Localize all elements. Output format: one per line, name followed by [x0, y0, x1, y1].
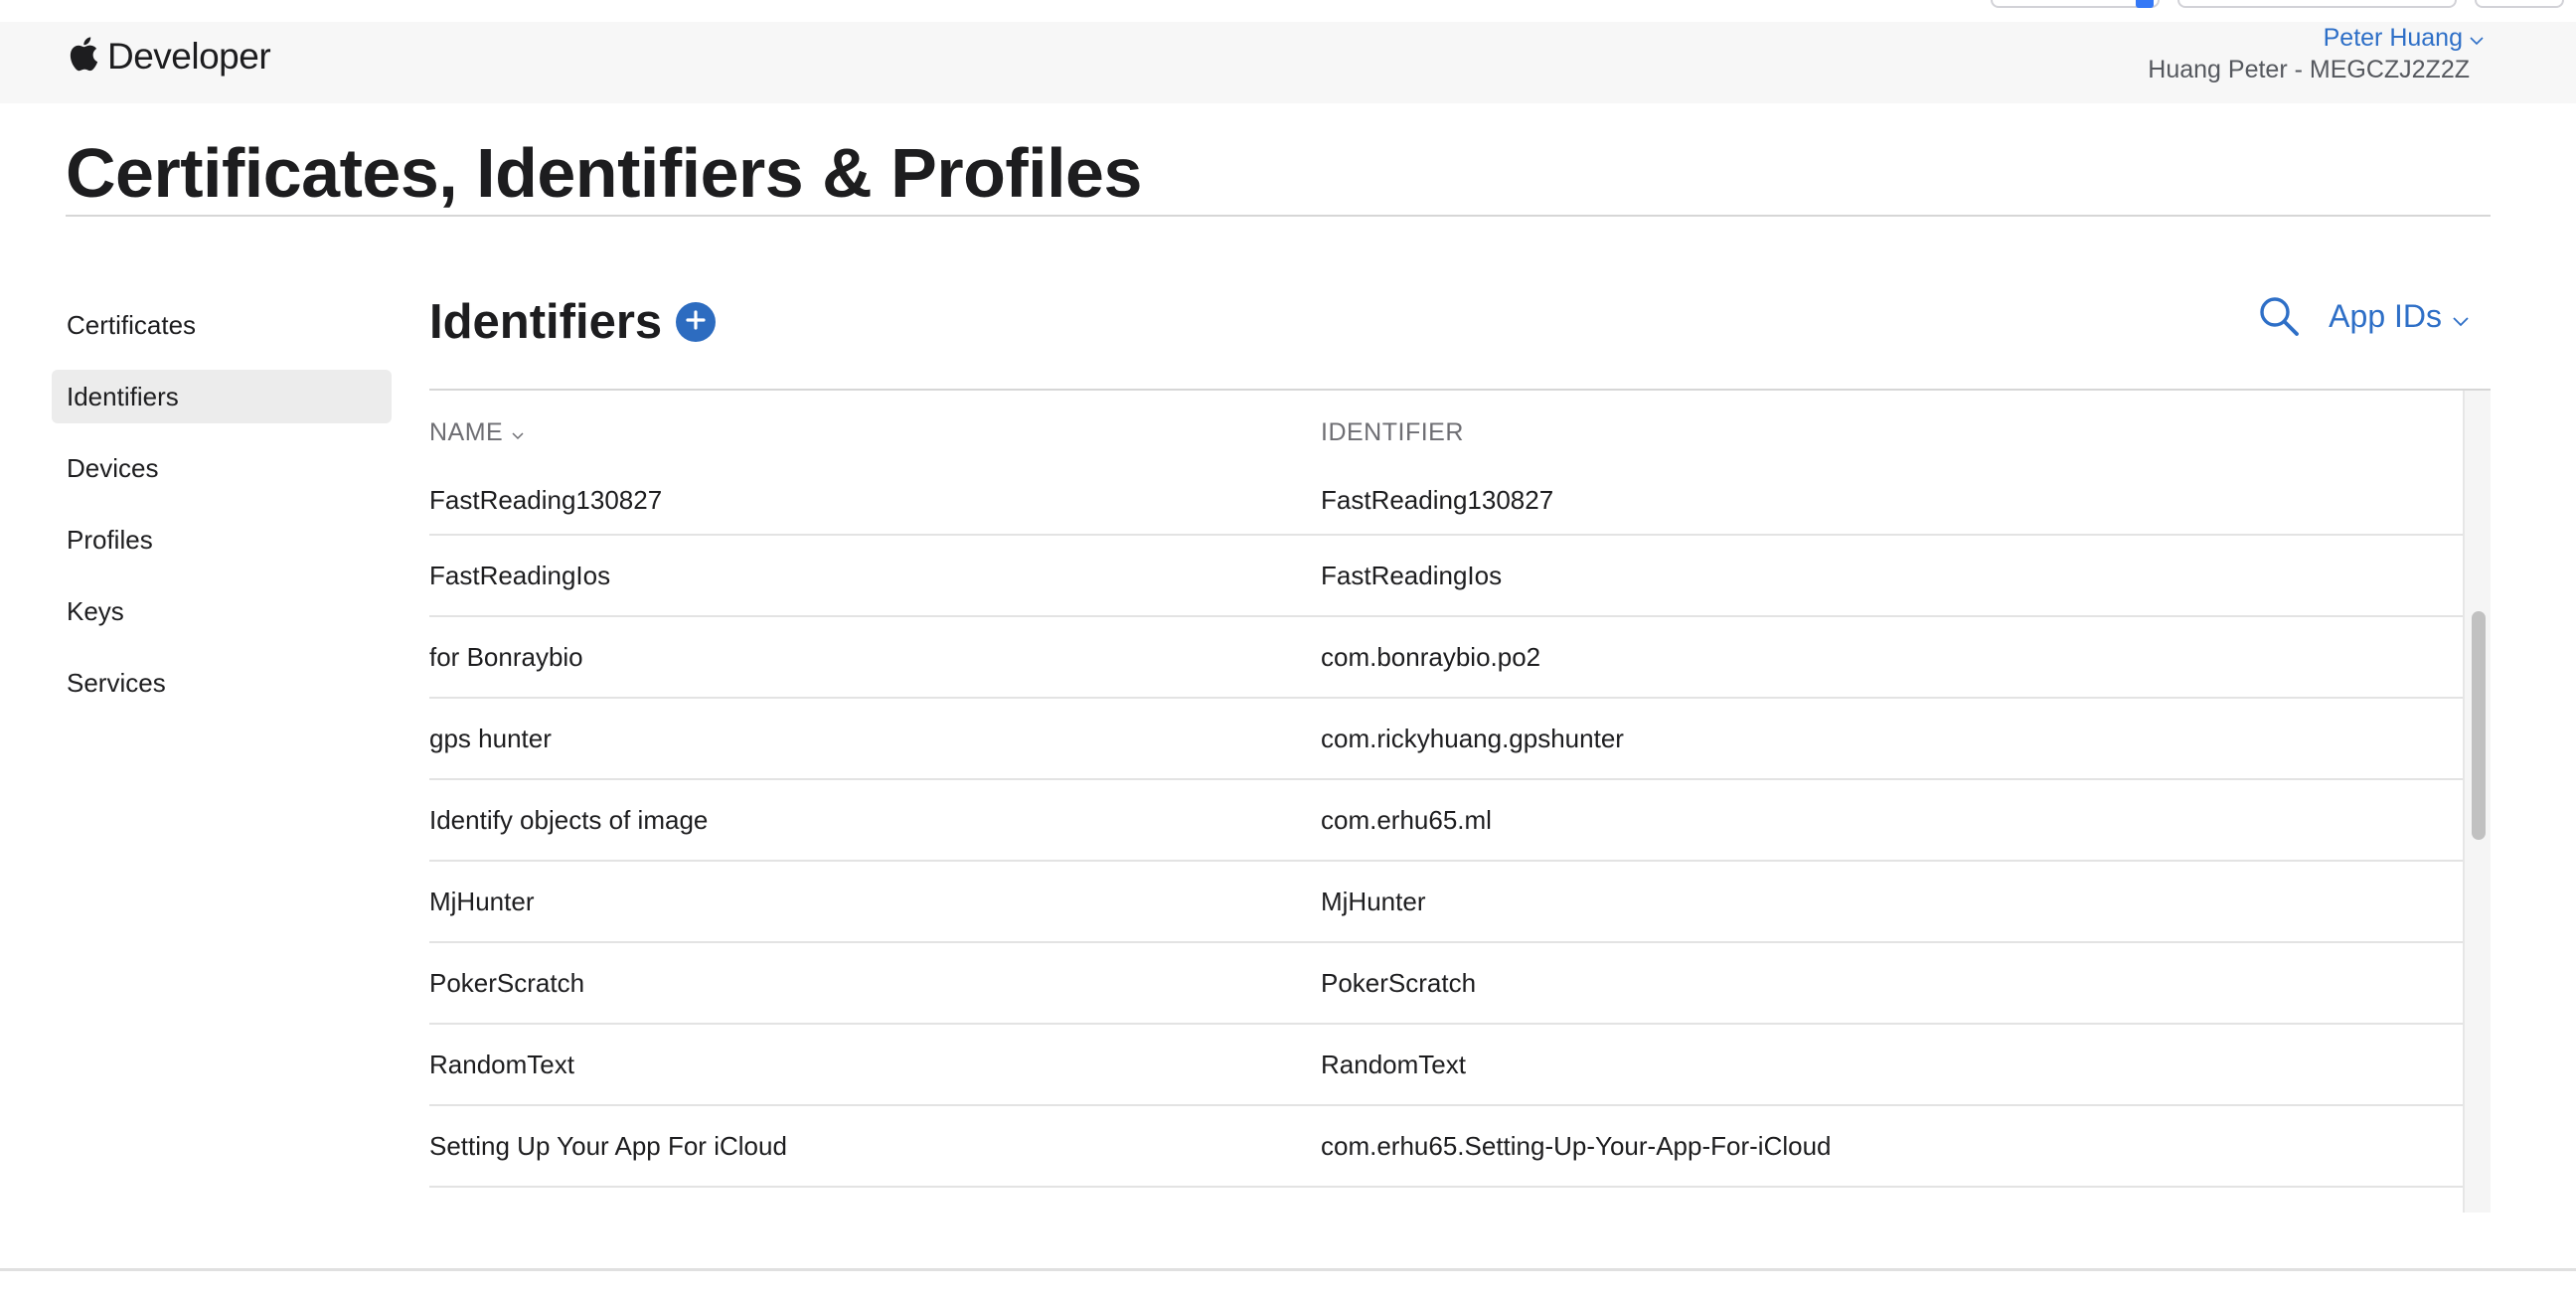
- table-scrollbar[interactable]: [2463, 391, 2491, 1213]
- table-row[interactable]: gps hunter com.rickyhuang.gpshunter: [429, 699, 2463, 780]
- search-icon[interactable]: [2257, 294, 2301, 338]
- column-header-name[interactable]: NAME: [429, 418, 525, 447]
- table-row[interactable]: Identify objects of image com.erhu65.ml: [429, 780, 2463, 862]
- cell-identifier: MjHunter: [1321, 886, 1426, 916]
- cell-identifier: FastReading130827: [1321, 484, 1554, 515]
- cell-name: for Bonraybio: [429, 641, 583, 672]
- plus-icon: [684, 308, 708, 337]
- scrollbar-thumb[interactable]: [2472, 611, 2486, 840]
- table-row[interactable]: MjHunter MjHunter: [429, 862, 2463, 943]
- column-header-name-label: NAME: [429, 418, 504, 446]
- toolbar-control[interactable]: [1991, 0, 2160, 8]
- toolbar-control[interactable]: [2177, 0, 2457, 8]
- account-menu[interactable]: Peter Huang: [2324, 24, 2485, 53]
- cell-name: FastReading130827: [429, 484, 663, 515]
- cell-identifier: com.bonraybio.po2: [1321, 641, 1541, 672]
- sidebar-item-keys[interactable]: Keys: [52, 584, 392, 638]
- global-nav: Developer Peter Huang Huang Peter - MEGC…: [0, 22, 2576, 103]
- brand-name: Developer: [107, 35, 271, 77]
- table-header: NAME IDENTIFIER: [429, 391, 2463, 466]
- developer-home-link[interactable]: Developer: [66, 34, 271, 79]
- chevron-down-icon: [2469, 24, 2485, 53]
- table-row[interactable]: FastReadingIos FastReadingIos: [429, 536, 2463, 617]
- chevron-down-icon: [2452, 298, 2470, 335]
- sidebar: Certificates Identifiers Devices Profile…: [52, 298, 392, 728]
- cell-identifier: com.erhu65.Setting-Up-Your-App-For-iClou…: [1321, 1130, 1832, 1161]
- cell-identifier: RandomText: [1321, 1049, 1466, 1079]
- filter-label: App IDs: [2329, 297, 2442, 334]
- sidebar-item-services[interactable]: Services: [52, 656, 392, 710]
- toolbar-control[interactable]: [2475, 0, 2564, 8]
- section-title: Identifiers: [429, 295, 663, 349]
- column-header-identifier: IDENTIFIER: [1321, 418, 1464, 446]
- cell-identifier: com.rickyhuang.gpshunter: [1321, 723, 1624, 753]
- browser-top-strip: [0, 0, 2576, 22]
- cell-identifier: FastReadingIos: [1321, 560, 1503, 590]
- table-body: FastReading130827 FastReading130827 Fast…: [429, 466, 2463, 1188]
- table-row[interactable]: PokerScratch PokerScratch: [429, 943, 2463, 1025]
- cell-identifier: PokerScratch: [1321, 967, 1477, 998]
- team-label: Huang Peter - MEGCZJ2Z2Z: [2148, 56, 2470, 83]
- table-row[interactable]: FastReading130827 FastReading130827: [429, 466, 2463, 536]
- cell-name: Setting Up Your App For iCloud: [429, 1130, 787, 1161]
- divider: [66, 215, 2491, 217]
- cell-name: gps hunter: [429, 723, 552, 753]
- cell-name: Identify objects of image: [429, 804, 709, 835]
- cell-name: RandomText: [429, 1049, 574, 1079]
- chevron-down-icon: [511, 418, 525, 447]
- sidebar-item-identifiers[interactable]: Identifiers: [52, 370, 392, 423]
- cell-name: MjHunter: [429, 886, 535, 916]
- cell-identifier: com.erhu65.ml: [1321, 804, 1492, 835]
- cell-name: PokerScratch: [429, 967, 585, 998]
- sidebar-item-devices[interactable]: Devices: [52, 441, 392, 495]
- sidebar-item-certificates[interactable]: Certificates: [52, 298, 392, 352]
- table-row[interactable]: Setting Up Your App For iCloud com.erhu6…: [429, 1106, 2463, 1188]
- sidebar-item-profiles[interactable]: Profiles: [52, 513, 392, 567]
- cell-name: FastReadingIos: [429, 560, 611, 590]
- account-name: Peter Huang: [2323, 24, 2463, 52]
- section-header: Identifiers: [429, 286, 717, 358]
- apple-logo-icon: [66, 34, 99, 79]
- app-ids-filter[interactable]: App IDs: [2329, 298, 2470, 335]
- identifiers-table: NAME IDENTIFIER FastReading130827 FastRe…: [429, 389, 2491, 1213]
- add-identifier-button[interactable]: [676, 302, 717, 342]
- section-tools: App IDs: [2257, 294, 2470, 338]
- table-row[interactable]: RandomText RandomText: [429, 1025, 2463, 1106]
- page-title: Certificates, Identifiers & Profiles: [66, 134, 1142, 212]
- table-row[interactable]: for Bonraybio com.bonraybio.po2: [429, 617, 2463, 699]
- footer-divider: [0, 1268, 2576, 1271]
